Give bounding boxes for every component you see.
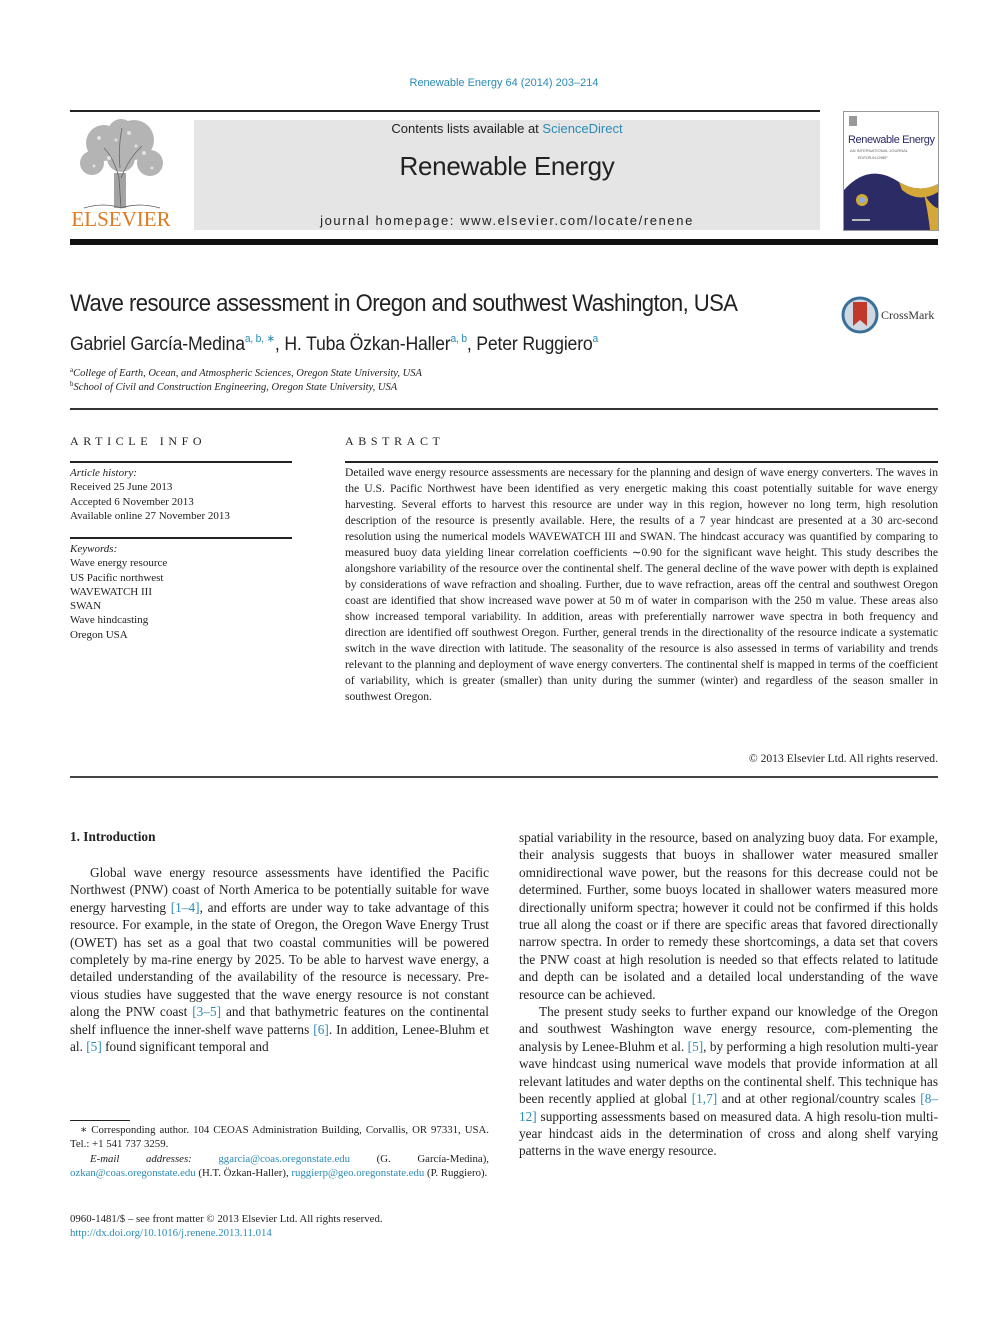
cover-title: Renewable Energy [848,134,935,146]
history-online: Available online 27 November 2013 [70,509,230,522]
corresponding-author-note: ∗ Corresponding author. 104 CEOAS Admini… [70,1124,489,1151]
elsevier-wordmark: ELSEVIER [71,207,171,231]
elsevier-tree-icon [80,119,163,209]
article-history-label: Article history: [70,467,137,479]
crossmark-icon [841,296,879,334]
email-label: E-mail addresses: [90,1152,192,1165]
issn-line: 0960-1481/$ – see front matter © 2013 El… [70,1213,383,1225]
abstract-rule [345,461,938,463]
author-name[interactable]: Peter Ruggiero [476,334,592,355]
keyword: SWAN [70,600,102,613]
keyword: WAVEWATCH III [70,585,152,598]
email-owner: (P. Ruggiero). [424,1166,488,1179]
paragraph-text: and at other regional/country scales [717,1091,921,1107]
article-title: Wave resource assessment in Oregon and s… [70,290,738,317]
paragraph: Global wave energy resource assessments … [70,864,489,1055]
reference-link[interactable]: [1–4] [171,900,200,915]
keyword: Wave hindcasting [70,614,149,627]
journal-homepage[interactable]: journal homepage: www.elsevier.com/locat… [194,213,820,228]
keyword: US Pacific northwest [70,571,164,584]
sciencedirect-link[interactable]: ScienceDirect [542,121,622,136]
keywords: Keywords: Wave energy resource US Pacifi… [70,542,292,642]
front-matter: 0960-1481/$ – see front matter © 2013 El… [70,1212,489,1241]
reference-link[interactable]: [5] [86,1039,102,1054]
doi-link[interactable]: http://dx.doi.org/10.1016/j.renene.2013.… [70,1227,272,1239]
cover-editor: EDITOR-IN-CHIEF [858,156,888,160]
email-owner: (G. García-Medina), [350,1152,489,1165]
abstract-text: Detailed wave energy resource assessment… [345,466,938,703]
author-name[interactable]: Gabriel García-Medina [70,334,245,355]
journal-citation[interactable]: Renewable Energy 64 (2014) 203–214 [0,77,992,89]
paragraph-text: , and efforts are under way to take adva… [70,899,489,1020]
author-affiliation-marks[interactable]: a, b, ∗ [245,333,275,345]
email-owner: (H.T. Özkan-Haller), [195,1166,292,1179]
cover-subtitle: AN INTERNATIONAL JOURNAL [850,148,909,153]
author-name[interactable]: H. Tuba Özkan-Haller [284,334,450,355]
abstract-copyright: © 2013 Elsevier Ltd. All rights reserved… [748,752,938,765]
reference-link[interactable]: [3–5] [192,1004,221,1019]
paragraph-text: supporting assessments based on measured… [519,1108,938,1159]
keyword: Oregon USA [70,628,128,641]
header-thick-rule [70,239,938,245]
abstract-end-rule [70,776,938,778]
article-info-rule [70,461,292,463]
author-separator: , [274,334,285,355]
header-top-rule [70,110,820,112]
journal-cover[interactable]: Renewable Energy AN INTERNATIONAL JOURNA… [843,111,939,231]
email-link[interactable]: ozkan@coas.oregonstate.edu [70,1167,196,1179]
section-heading-introduction: 1. Introduction [70,829,156,844]
paragraph: spatial variability in the resource, bas… [519,830,938,1002]
article-history: Article history: Received 25 June 2013 A… [70,466,292,523]
email-link[interactable]: ruggierp@geo.oregonstate.edu [291,1167,424,1179]
author-affiliation-marks[interactable]: a, b [451,333,468,345]
email-addresses: E-mail addresses: ggarcia@coas.oregonsta… [70,1152,489,1181]
contents-line: Contents lists available at ScienceDirec… [194,121,820,136]
paragraph: The present study seeks to further expan… [519,1003,938,1160]
reference-link[interactable]: [1,7] [692,1091,717,1106]
keywords-rule [70,537,292,539]
cover-art-icon [844,116,938,230]
crossmark-button[interactable]: CrossMark [841,296,941,334]
article-info-heading: ARTICLE INFO [70,434,207,448]
author-list: Gabriel García-Medinaa, b, ∗, H. Tuba Öz… [70,332,598,356]
author-separator: , [466,334,477,355]
email-link[interactable]: ggarcia@coas.oregonstate.edu [218,1153,350,1165]
reference-link[interactable]: [5] [688,1039,704,1054]
contents-prefix: Contents lists available at [391,121,543,136]
affiliation-text: College of Earth, Ocean, and Atmospheric… [73,368,422,379]
journal-banner: Contents lists available at ScienceDirec… [194,120,820,230]
affiliation-a: aCollege of Earth, Ocean, and Atmospheri… [70,366,422,379]
elsevier-logo[interactable]: ELSEVIER [70,118,172,232]
keyword: Wave energy resource [70,557,168,570]
history-received: Received 25 June 2013 [70,481,173,494]
journal-title: Renewable Energy [399,151,615,181]
paragraph-text: found significant temporal and [101,1039,269,1055]
reference-link[interactable]: [6] [313,1022,329,1037]
history-accepted: Accepted 6 November 2013 [70,495,194,508]
body-right-column: spatial variability in the resource, bas… [519,829,938,1160]
footnote-rule [70,1120,130,1121]
footnotes: ∗ Corresponding author. 104 CEOAS Admini… [70,1123,489,1180]
affiliation-b: bSchool of Civil and Construction Engine… [70,380,397,393]
abstract-heading: ABSTRACT [345,434,445,448]
body-left-column: Global wave energy resource assessments … [70,864,489,1055]
crossmark-label: CrossMark [881,308,935,322]
author-affiliation-marks[interactable]: a [593,333,599,345]
section-rule [70,408,938,410]
affiliation-text: School of Civil and Construction Enginee… [73,382,398,393]
keywords-label: Keywords: [70,543,118,555]
